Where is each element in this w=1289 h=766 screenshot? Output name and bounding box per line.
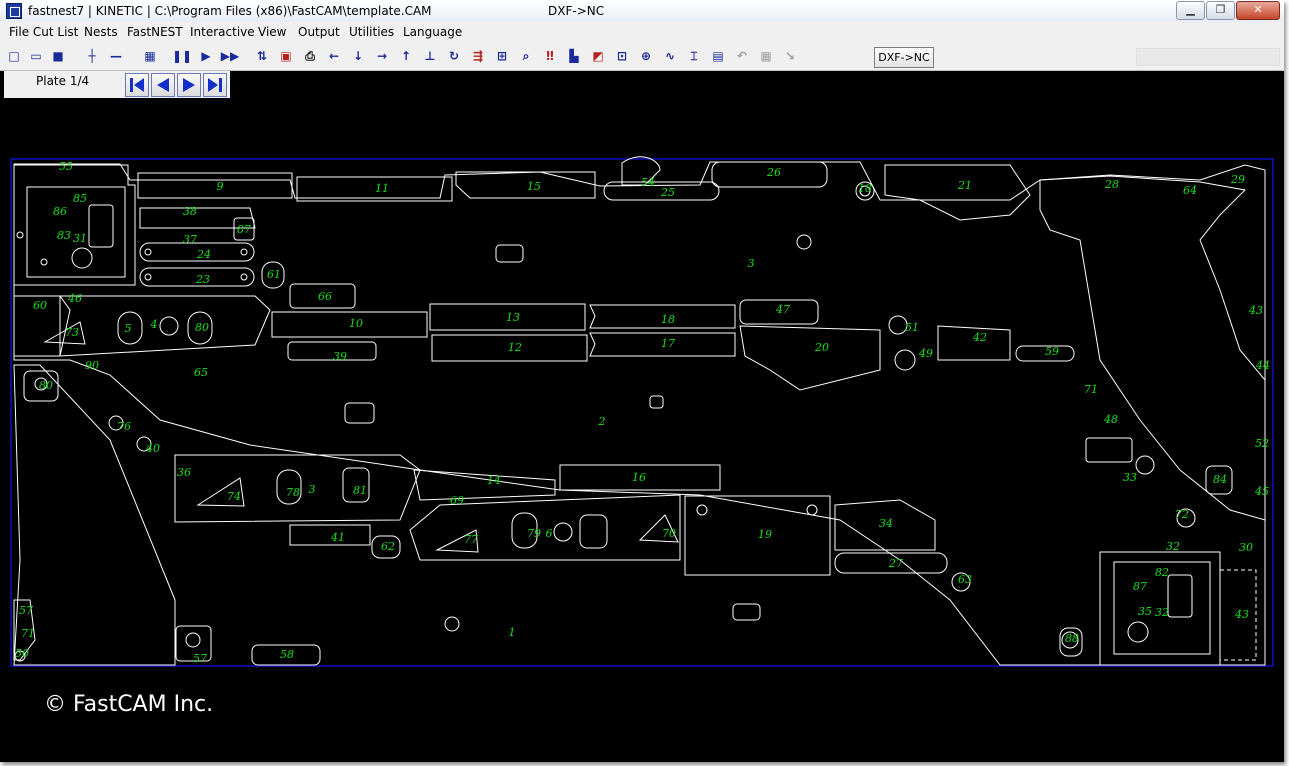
restore-icon: ❐ bbox=[1215, 3, 1226, 16]
window-title-center: DXF->NC bbox=[548, 4, 605, 18]
disabled-grid-button[interactable]: ▦ bbox=[756, 46, 776, 66]
save-file-button[interactable]: ■ bbox=[48, 46, 68, 66]
crosshair-button[interactable]: ┼ bbox=[82, 46, 102, 66]
disabled-nc-icon: ↘ bbox=[784, 49, 796, 63]
chart-icon: ▙ bbox=[569, 49, 579, 63]
open-file-button[interactable]: ▭ bbox=[26, 46, 46, 66]
export-button[interactable]: ⇶ bbox=[468, 46, 488, 66]
move-right-icon: → bbox=[376, 49, 388, 63]
app-icon[interactable] bbox=[6, 3, 22, 19]
menu-utilities[interactable]: Utilities bbox=[349, 25, 394, 39]
first-plate-button[interactable] bbox=[125, 73, 149, 97]
play-icon: ▶ bbox=[201, 49, 211, 63]
sort-icon: ⇅ bbox=[256, 49, 268, 63]
disabled-nc-button[interactable]: ↘ bbox=[780, 46, 800, 66]
fast-forward-icon: ▶▶ bbox=[220, 49, 240, 63]
marker-button[interactable]: ‼ bbox=[540, 46, 560, 66]
move-down-icon: ↓ bbox=[352, 49, 364, 63]
fast-forward-button[interactable]: ▶▶ bbox=[220, 46, 240, 66]
measure-button[interactable]: ⊥ bbox=[420, 46, 440, 66]
menu-language[interactable]: Language bbox=[403, 25, 462, 39]
path-icon: ∿ bbox=[664, 49, 676, 63]
rotate-icon: ↻ bbox=[448, 49, 460, 63]
mirror-button[interactable]: ⌶ bbox=[684, 46, 704, 66]
close-icon: ✕ bbox=[1253, 3, 1263, 16]
plate-navigation-bar: Plate 1/4 bbox=[4, 71, 230, 98]
dxf-import-button[interactable]: ▣ bbox=[276, 46, 296, 66]
export-icon: ⇶ bbox=[472, 49, 484, 63]
nest-canvas[interactable] bbox=[4, 98, 1280, 758]
open-file-icon: ▭ bbox=[30, 49, 42, 63]
grid-button[interactable]: ▦ bbox=[140, 46, 160, 66]
mirror-icon: ⌶ bbox=[690, 48, 698, 63]
part-button[interactable]: ◩ bbox=[588, 46, 608, 66]
copyright-text: © FastCAM Inc. bbox=[44, 692, 214, 717]
search-icon: ⌕ bbox=[522, 48, 530, 63]
grid-icon: ▦ bbox=[144, 49, 156, 63]
title-bar[interactable]: fastnest7 | KINETIC | C:\Program Files (… bbox=[0, 0, 1284, 23]
pause-button[interactable]: ❚❚ bbox=[172, 46, 192, 66]
play-button[interactable]: ▶ bbox=[196, 46, 216, 66]
status-field bbox=[1136, 48, 1280, 66]
measure-icon: ⊥ bbox=[424, 49, 436, 63]
undo-icon: ↶ bbox=[736, 49, 748, 63]
new-file-icon: □ bbox=[8, 49, 20, 63]
chart-button[interactable]: ▙ bbox=[564, 46, 584, 66]
print-icon: ⎙ bbox=[305, 48, 315, 63]
clipboard-button[interactable]: ▤ bbox=[708, 46, 728, 66]
next-plate-button[interactable] bbox=[177, 73, 201, 97]
crosshair-icon: ┼ bbox=[88, 49, 96, 63]
save-file-icon: ■ bbox=[52, 49, 64, 63]
minimize-icon: ▁ bbox=[1186, 3, 1195, 16]
move-left-icon: ← bbox=[328, 49, 340, 63]
disabled-grid-icon: ▦ bbox=[760, 49, 772, 63]
plate-label: Plate 1/4 bbox=[36, 74, 90, 88]
path-button[interactable]: ∿ bbox=[660, 46, 680, 66]
zoom-icon: ⊡ bbox=[616, 49, 628, 63]
dxf-import-icon: ▣ bbox=[280, 49, 292, 63]
maximize-button[interactable]: ❐ bbox=[1206, 1, 1235, 20]
pause-icon: ❚❚ bbox=[171, 49, 193, 63]
search-button[interactable]: ⌕ bbox=[516, 46, 536, 66]
part-icon: ◩ bbox=[592, 49, 604, 63]
application-window: fastnest7 | KINETIC | C:\Program Files (… bbox=[0, 0, 1284, 762]
menu-interactive[interactable]: Interactive bbox=[190, 25, 255, 39]
minimize-button[interactable]: ▁ bbox=[1176, 1, 1205, 20]
window-title: fastnest7 | KINETIC | C:\Program Files (… bbox=[28, 4, 432, 18]
print-button[interactable]: ⎙ bbox=[300, 46, 320, 66]
last-plate-button[interactable] bbox=[203, 73, 227, 97]
first-plate-icon bbox=[130, 78, 144, 92]
undo-button[interactable]: ↶ bbox=[732, 46, 752, 66]
move-down-button[interactable]: ↓ bbox=[348, 46, 368, 66]
toolbar: DXF->NC □ ▭ ■ ┼ — ▦ ❚❚ ▶ ▶▶ ⇅ ▣ ⎙ ← ↓ → ↑ ⊥ ↻ ⇶ ⊞ ⌕ ‼ ▙ ◩ ⊡ ⊕ ∿ ⌶ ▤ ↶… bbox=[0, 42, 1284, 71]
sort-button[interactable]: ⇅ bbox=[252, 46, 272, 66]
menu-view[interactable]: View bbox=[258, 25, 286, 39]
zoom-fit-icon: ⊕ bbox=[640, 49, 652, 63]
align-button[interactable]: ⊞ bbox=[492, 46, 512, 66]
menu-output[interactable]: Output bbox=[298, 25, 340, 39]
menu-bar: File Cut List Nests FastNEST Interactive… bbox=[0, 22, 1284, 42]
menu-file-cut-list[interactable]: File Cut List bbox=[9, 25, 78, 39]
zoom-button[interactable]: ⊡ bbox=[612, 46, 632, 66]
menu-fastnest[interactable]: FastNEST bbox=[127, 25, 183, 39]
align-icon: ⊞ bbox=[496, 49, 508, 63]
move-up-icon: ↑ bbox=[400, 49, 412, 63]
clipboard-icon: ▤ bbox=[712, 49, 724, 63]
next-plate-icon bbox=[183, 78, 195, 92]
line-button[interactable]: — bbox=[106, 46, 126, 66]
move-up-button[interactable]: ↑ bbox=[396, 46, 416, 66]
new-file-button[interactable]: □ bbox=[4, 46, 24, 66]
prev-plate-icon bbox=[157, 78, 169, 92]
move-right-button[interactable]: → bbox=[372, 46, 392, 66]
last-plate-icon bbox=[208, 78, 222, 92]
zoom-fit-button[interactable]: ⊕ bbox=[636, 46, 656, 66]
rotate-button[interactable]: ↻ bbox=[444, 46, 464, 66]
close-button[interactable]: ✕ bbox=[1236, 1, 1280, 20]
marker-icon: ‼ bbox=[546, 49, 554, 63]
move-left-button[interactable]: ← bbox=[324, 46, 344, 66]
menu-nests[interactable]: Nests bbox=[84, 25, 118, 39]
dxf-to-nc-button[interactable]: DXF->NC bbox=[874, 47, 934, 68]
previous-plate-button[interactable] bbox=[151, 73, 175, 97]
line-icon: — bbox=[110, 49, 122, 63]
